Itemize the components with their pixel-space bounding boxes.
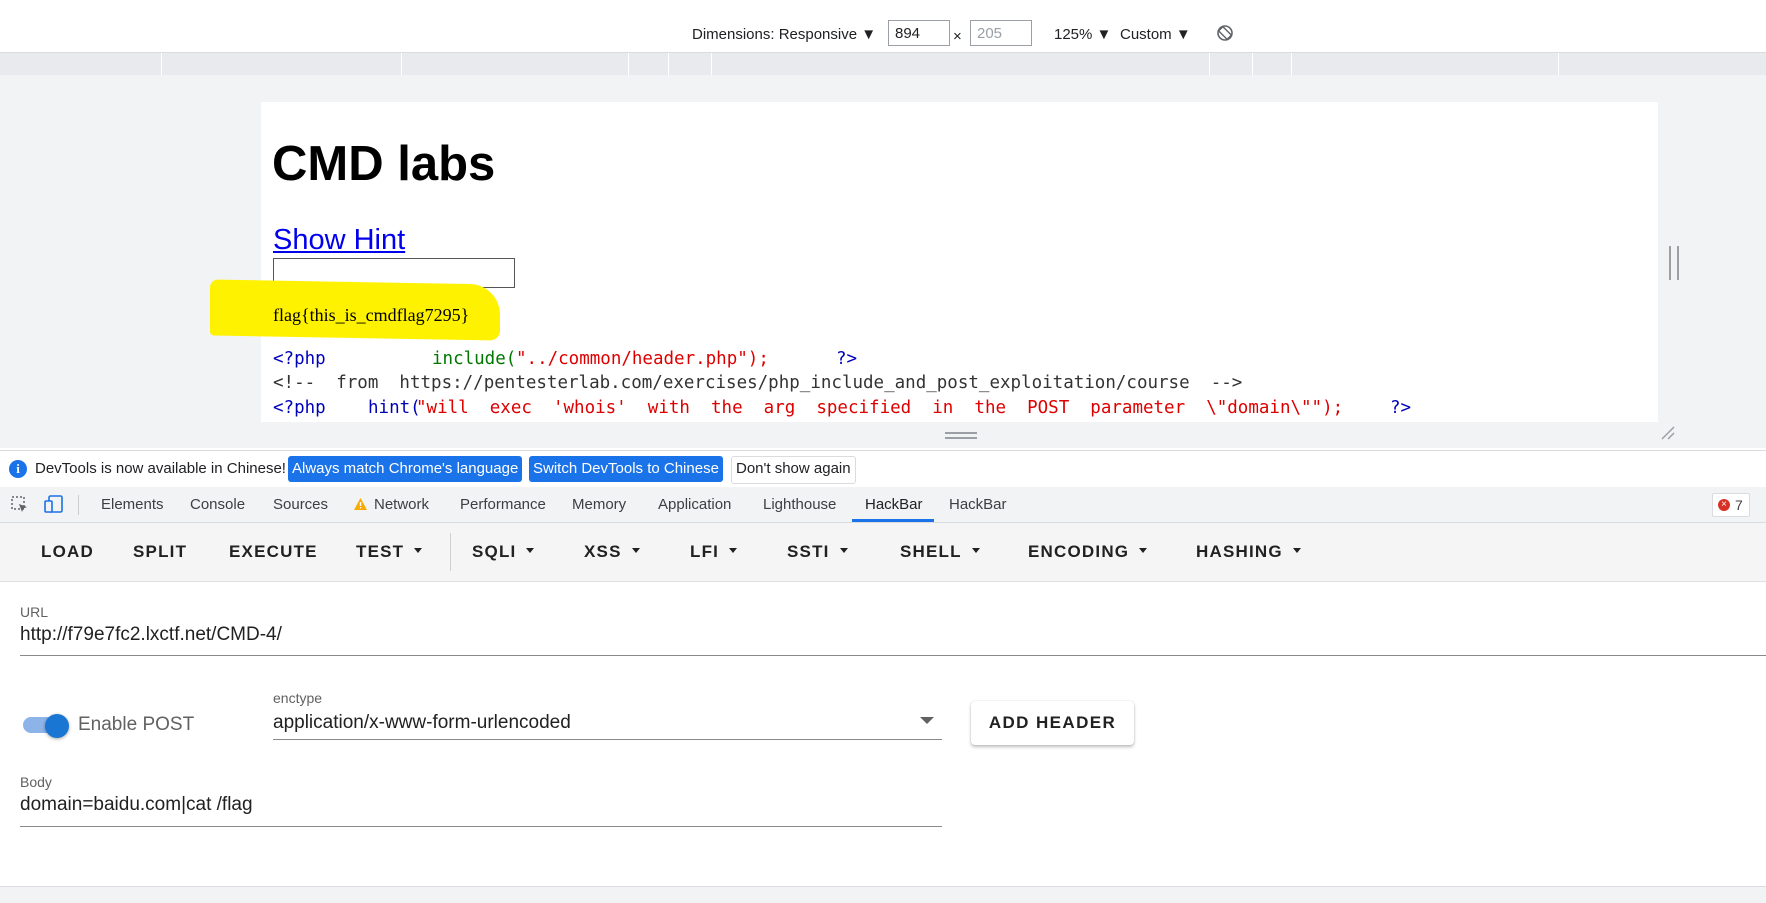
- code-line-3: <?php hint("will exec 'whois' with the ar…: [273, 398, 1411, 418]
- chevron-down-icon: [839, 548, 848, 554]
- enable-post-label: Enable POST: [78, 714, 195, 735]
- active-tab-indicator: [852, 519, 934, 522]
- tab-memory[interactable]: Memory: [572, 496, 626, 513]
- enctype-underline: [273, 739, 942, 740]
- url-label: URL: [20, 604, 49, 620]
- error-icon: ×: [1718, 499, 1730, 511]
- dropdown-arrow-icon: [920, 717, 934, 724]
- split-button[interactable]: SPLIT: [133, 542, 187, 562]
- devtools-tabbar: Elements Console Sources Network Perform…: [0, 487, 1766, 523]
- tab-divider: [78, 495, 79, 515]
- dimensions-dropdown[interactable]: Dimensions: Responsive ▼: [692, 24, 876, 46]
- php-open-tag: <?php: [273, 398, 326, 418]
- include-call: include(: [432, 349, 517, 369]
- tab-sources[interactable]: Sources: [273, 496, 328, 513]
- device-toolbar: Dimensions: Responsive ▼ × 125% ▼ Custom…: [0, 20, 1766, 50]
- body-underline: [20, 826, 942, 827]
- sqli-menu-button[interactable]: SQLI: [472, 542, 535, 562]
- code-line-1: <?php include("../common/header.php"); ?>: [273, 349, 857, 369]
- execute-button[interactable]: EXECUTE: [229, 542, 318, 562]
- body-input[interactable]: domain=baidu.com|cat /flag: [20, 794, 253, 816]
- hint-call: hint(: [368, 398, 421, 418]
- times-sign: ×: [953, 28, 962, 45]
- tab-application[interactable]: Application: [658, 496, 731, 513]
- enctype-label: enctype: [273, 690, 323, 706]
- enable-post-toggle-thumb[interactable]: [45, 714, 69, 738]
- code-line-2: <!-- from https://pentesterlab.com/exerc…: [273, 373, 1243, 393]
- hackbar-toolbar: LOAD SPLIT EXECUTE TEST SQLI XSS LFI SST…: [0, 523, 1766, 582]
- tab-network[interactable]: Network: [374, 496, 429, 513]
- switch-to-chinese-button[interactable]: Switch DevTools to Chinese: [529, 456, 723, 482]
- always-match-language-button[interactable]: Always match Chrome's language: [288, 456, 523, 482]
- show-hint-link[interactable]: Show Hint: [273, 224, 405, 257]
- tab-performance[interactable]: Performance: [460, 496, 546, 513]
- enctype-select[interactable]: application/x-www-form-urlencoded: [273, 712, 571, 734]
- load-button[interactable]: LOAD: [41, 542, 94, 562]
- hint-message: "will exec 'whois' with the arg specifie…: [416, 398, 1344, 418]
- url-input[interactable]: http://f79e7fc2.lxctf.net/CMD-4/: [20, 624, 282, 646]
- lfi-menu-button[interactable]: LFI: [690, 542, 738, 562]
- zoom-dropdown[interactable]: 125% ▼: [1054, 24, 1111, 46]
- php-open-tag: <?php: [273, 349, 326, 369]
- device-toolbar-toggle-icon[interactable]: [44, 494, 64, 518]
- tab-elements[interactable]: Elements: [101, 496, 164, 513]
- rotate-icon[interactable]: [1216, 24, 1234, 46]
- chevron-down-icon: [729, 548, 738, 554]
- chevron-down-icon: [526, 548, 535, 554]
- inspect-element-icon[interactable]: [11, 496, 29, 518]
- chevron-down-icon: [1139, 548, 1148, 554]
- hashing-menu-button[interactable]: HASHING: [1196, 542, 1301, 562]
- error-count-badge[interactable]: × 7: [1712, 493, 1750, 517]
- shell-menu-button[interactable]: SHELL: [900, 542, 980, 562]
- tab-hackbar[interactable]: HackBar: [949, 496, 1007, 513]
- php-close-tag: ?>: [1390, 398, 1412, 418]
- throttle-dropdown[interactable]: Custom ▼: [1120, 24, 1191, 46]
- tab-hackbar-active[interactable]: HackBar: [865, 496, 923, 513]
- language-infobar: i DevTools is now available in Chinese! …: [0, 450, 1766, 488]
- xss-menu-button[interactable]: XSS: [584, 542, 640, 562]
- chevron-down-icon: [1292, 548, 1301, 554]
- viewport-width-input[interactable]: [888, 20, 950, 46]
- viewport-width-resize-handle[interactable]: [1669, 246, 1679, 280]
- add-header-button[interactable]: ADD HEADER: [971, 701, 1134, 745]
- page-title: CMD labs: [272, 137, 496, 191]
- chevron-down-icon: [414, 548, 423, 554]
- dont-show-again-button[interactable]: Don't show again: [731, 456, 856, 484]
- tab-lighthouse[interactable]: Lighthouse: [763, 496, 836, 513]
- viewport-height-input[interactable]: [970, 20, 1032, 46]
- tab-console[interactable]: Console: [190, 496, 245, 513]
- drawer-tabbar: [0, 886, 1766, 903]
- chevron-down-icon: [631, 548, 640, 554]
- bookmarks-bar: [0, 0, 1766, 6]
- info-icon: i: [9, 460, 27, 478]
- flag-text: flag{this_is_cmdflag7295}: [273, 305, 470, 325]
- infobar-message: DevTools is now available in Chinese!: [35, 460, 286, 477]
- toolbar-divider: [450, 533, 451, 571]
- body-label: Body: [20, 774, 52, 790]
- test-menu-button[interactable]: TEST: [356, 542, 423, 562]
- viewport-height-resize-handle[interactable]: [945, 432, 977, 440]
- media-query-ruler[interactable]: [0, 52, 1766, 76]
- warning-icon: [353, 497, 368, 515]
- url-underline: [20, 655, 1766, 656]
- viewport-corner-resize-icon[interactable]: [1660, 425, 1676, 441]
- chevron-down-icon: [971, 548, 980, 554]
- include-path: "../common/header.php");: [516, 349, 769, 369]
- encoding-menu-button[interactable]: ENCODING: [1028, 542, 1148, 562]
- php-close-tag: ?>: [836, 349, 858, 369]
- ssti-menu-button[interactable]: SSTI: [787, 542, 848, 562]
